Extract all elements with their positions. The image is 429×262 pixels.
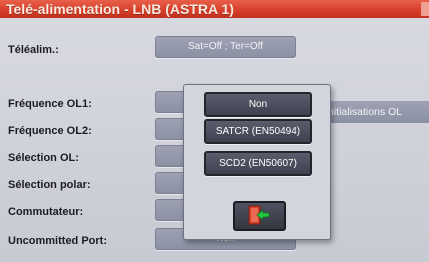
label-selection-polar: Sélection polar: [8, 179, 91, 191]
option-scd2[interactable]: SCD2 (EN50607) [204, 151, 312, 176]
option-satcr[interactable]: SATCR (EN50494) [204, 119, 312, 144]
telealim-field[interactable]: Sat=Off ; Ter=Off [155, 36, 296, 58]
label-frequence-ol2: Fréquence OL2: [8, 125, 92, 137]
label-commutateur: Commutateur: [8, 206, 84, 218]
window-title: Telé-alimentation - LNB (ASTRA 1) [0, 0, 429, 18]
label-selection-ol: Sélection OL: [8, 152, 79, 164]
exit-button[interactable] [233, 201, 286, 231]
label-telealim: Téléalim.: [8, 44, 59, 56]
popup-menu: Non SATCR (EN50494) SCD2 (EN50607) [183, 84, 331, 240]
label-frequence-ol1: Fréquence OL1: [8, 98, 92, 110]
label-uncommitted-port: Uncommitted Port: [8, 235, 107, 247]
close-icon[interactable] [421, 2, 429, 16]
window-title-text: Telé-alimentation - LNB (ASTRA 1) [6, 1, 234, 17]
exit-door-icon [248, 205, 270, 225]
option-non[interactable]: Non [204, 92, 312, 117]
